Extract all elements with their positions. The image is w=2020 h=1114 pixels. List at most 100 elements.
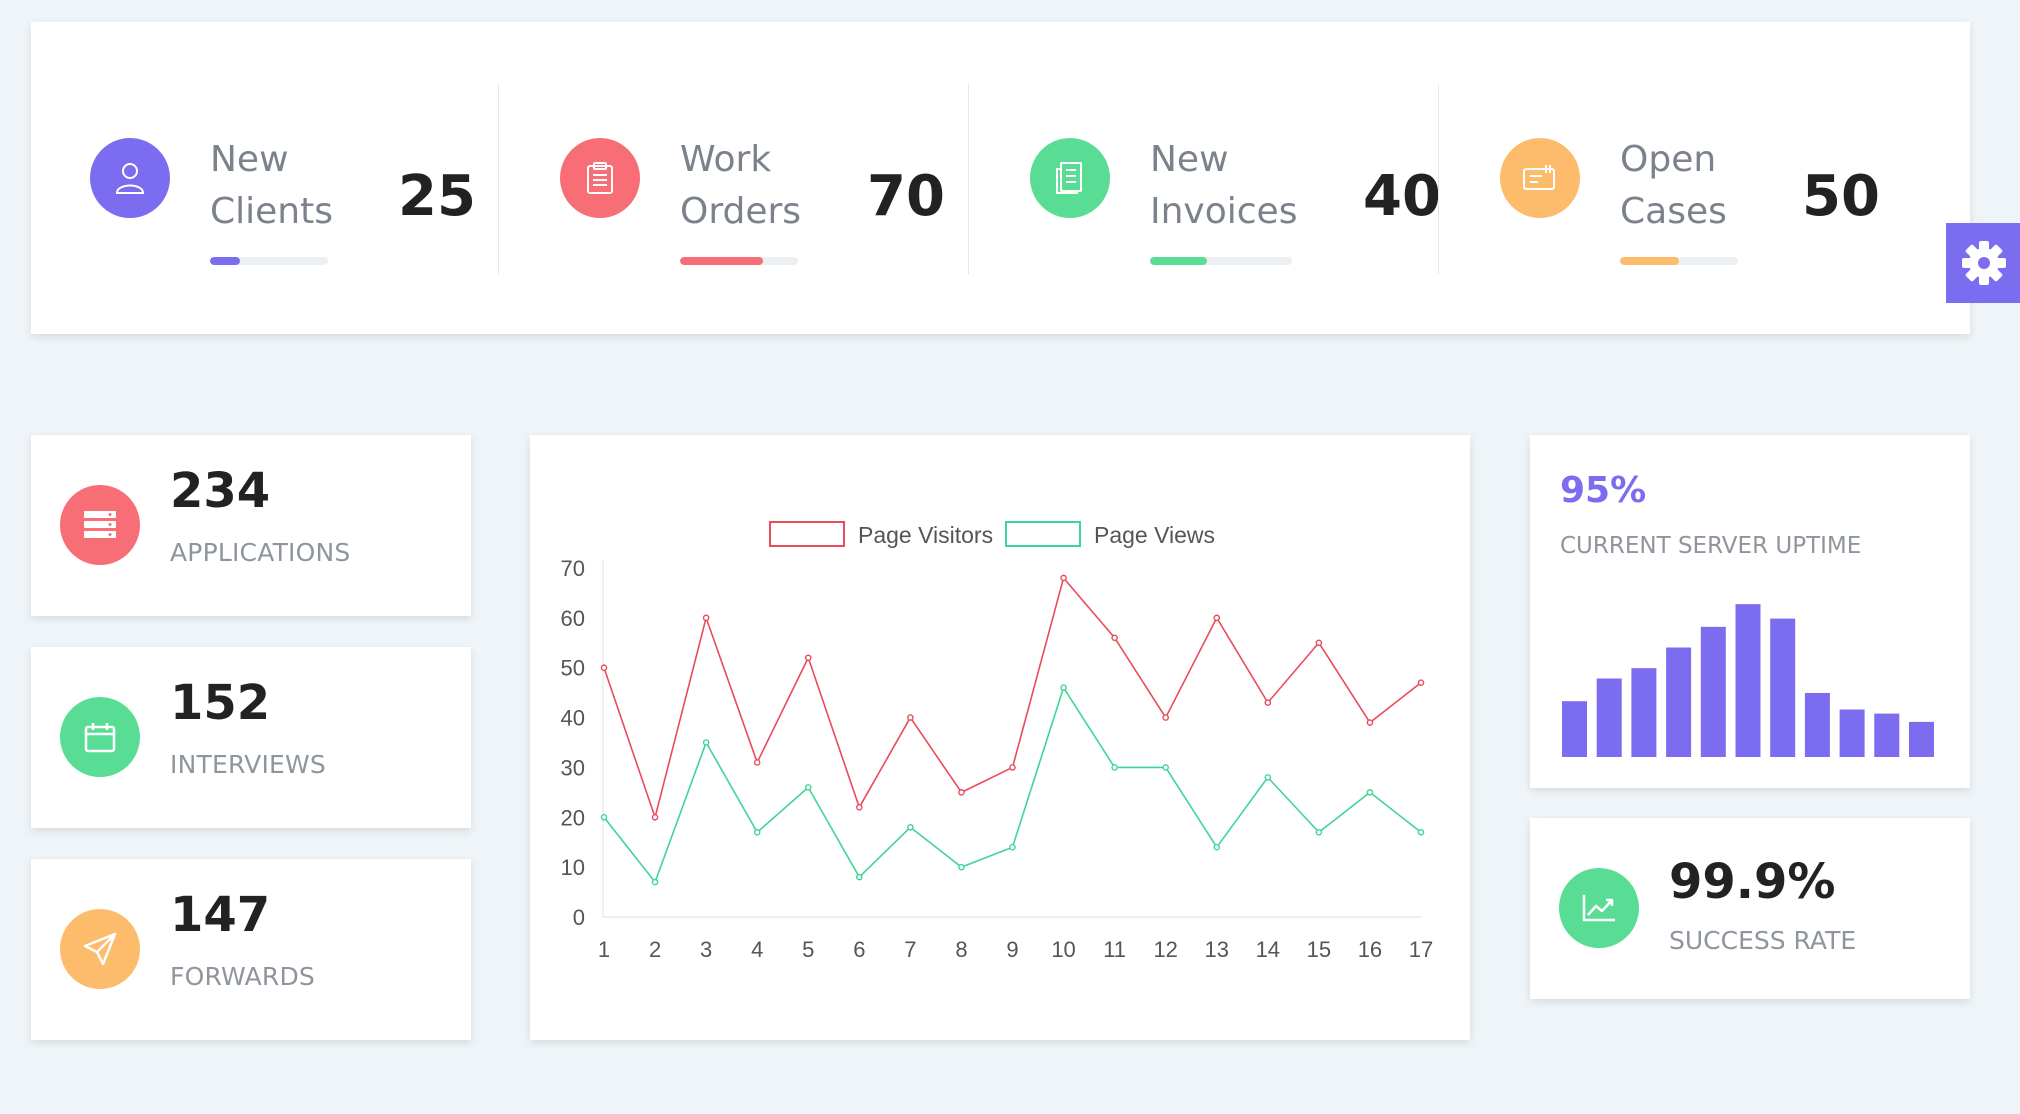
legend-swatch <box>769 521 845 547</box>
divider <box>1438 84 1439 274</box>
stat-progress-bar <box>210 257 328 265</box>
data-point <box>1417 828 1425 836</box>
data-point <box>958 863 965 871</box>
line-chart: 0102030405060701 2 3 4 5 6 7 8 9 10 11 12 13 14 15 16 17… <box>561 521 1433 962</box>
x-tick-label: 3 <box>700 937 712 962</box>
card-icon-bg <box>60 697 140 777</box>
card-label: INTERVIEWS <box>170 750 327 779</box>
uptime-bar <box>1874 713 1900 757</box>
data-point <box>702 739 710 746</box>
stat-label: New Invoices <box>1150 139 1298 232</box>
data-point <box>907 823 914 831</box>
y-tick-label: 10 <box>561 855 585 880</box>
x-tick-label: 9 <box>1006 937 1018 962</box>
data-point <box>1162 714 1169 721</box>
ticket-icon <box>1523 165 1555 190</box>
data-point <box>1213 843 1221 851</box>
x-tick-label: 8 <box>955 937 967 962</box>
data-point <box>958 789 965 796</box>
legend-swatch <box>1005 521 1081 547</box>
data-point <box>1162 764 1169 771</box>
stat-work-orders: Work Orders 70 <box>560 82 960 272</box>
data-point <box>1111 634 1118 642</box>
uptime-bar <box>1839 709 1865 757</box>
uptime-bar <box>1735 604 1761 757</box>
uptime-bar <box>1631 668 1657 757</box>
success-card: 99.9% SUCCESS RATE <box>1530 818 1970 999</box>
x-tick-label: 15 <box>1307 937 1331 962</box>
data-point <box>1315 828 1323 836</box>
user-icon <box>115 163 145 194</box>
y-tick-label: 40 <box>561 706 585 731</box>
y-tick-label: 20 <box>561 805 585 830</box>
server-icon <box>84 511 116 538</box>
data-point <box>856 804 863 811</box>
stat-icon-bg <box>1030 138 1110 218</box>
uptime-bar <box>1666 647 1692 757</box>
card-icon-bg <box>60 485 140 565</box>
data-point <box>600 813 608 821</box>
data-point <box>1264 774 1272 781</box>
x-tick-label: 2 <box>649 937 661 962</box>
y-tick-label: 0 <box>573 905 585 930</box>
card-value: 234 <box>170 463 271 519</box>
card-label: APPLICATIONS <box>170 538 351 567</box>
x-tick-label: 17 <box>1409 937 1433 962</box>
stat-label: Work Orders <box>680 139 802 232</box>
x-tick-label: 4 <box>751 937 763 962</box>
stat-icon-bg <box>1500 138 1580 218</box>
paper-plane-icon <box>83 932 117 966</box>
data-point <box>1366 789 1374 796</box>
settings-button[interactable] <box>1946 223 2020 303</box>
card-value: 147 <box>170 887 271 943</box>
data-point <box>1264 699 1272 706</box>
data-point <box>1315 639 1323 647</box>
data-point <box>1111 764 1118 771</box>
data-point <box>651 813 659 821</box>
x-tick-label: 11 <box>1103 937 1126 962</box>
uptime-bar <box>1804 692 1830 757</box>
data-point <box>1417 679 1425 686</box>
card-applications: 234 APPLICATIONS <box>31 435 471 616</box>
stat-progress-bar <box>680 257 798 265</box>
uptime-bar <box>1770 618 1796 757</box>
uptime-bar <box>1596 678 1622 757</box>
trending-up-icon <box>1582 895 1615 922</box>
stat-new-invoices: New Invoices 40 <box>1030 82 1450 272</box>
card-forwards: 147 FORWARDS <box>31 859 471 1040</box>
stat-value: 40 <box>1363 164 1441 229</box>
data-point <box>1009 764 1016 771</box>
x-tick-label: 6 <box>853 937 865 962</box>
data-point <box>1060 684 1067 691</box>
data-point <box>600 664 608 672</box>
gear-icon <box>1962 241 2006 285</box>
x-tick-label: 14 <box>1256 937 1280 962</box>
stat-icon-bg <box>560 138 640 218</box>
y-tick-label: 30 <box>561 755 585 780</box>
uptime-bar <box>1909 721 1934 757</box>
y-tick-label: 50 <box>561 656 585 681</box>
data-point <box>856 873 863 881</box>
series-line <box>603 577 1422 819</box>
data-point <box>753 759 761 766</box>
card-icon-bg <box>60 909 140 989</box>
stat-label: Open Cases <box>1620 139 1727 232</box>
card-label: FORWARDS <box>170 962 315 991</box>
x-tick-label: 5 <box>802 937 814 962</box>
legend-label: Page Visitors <box>858 522 993 548</box>
x-tick-label: 13 <box>1205 937 1229 962</box>
data-point <box>804 654 812 662</box>
x-tick-label: 16 <box>1358 937 1382 962</box>
stat-new-clients: New Clients 25 <box>90 82 490 272</box>
stat-icon-bg <box>90 138 170 218</box>
card-icon-bg <box>1559 868 1639 948</box>
y-tick-label: 60 <box>561 606 585 631</box>
top-stats-panel: New Clients 25 Work Orders 70 New Invoic… <box>31 22 1970 334</box>
y-tick-label: 70 <box>561 556 585 581</box>
stat-value: 70 <box>867 164 945 229</box>
x-tick-label: 7 <box>904 937 916 962</box>
data-point <box>804 784 812 791</box>
line-chart-card: 0 10 20 30 40 50 60 70 1 2 3 4 5 6 7 8 9 10 11 12 13 14 15 16 17… <box>530 435 1470 1040</box>
series-line <box>603 686 1422 883</box>
data-point <box>702 614 710 622</box>
